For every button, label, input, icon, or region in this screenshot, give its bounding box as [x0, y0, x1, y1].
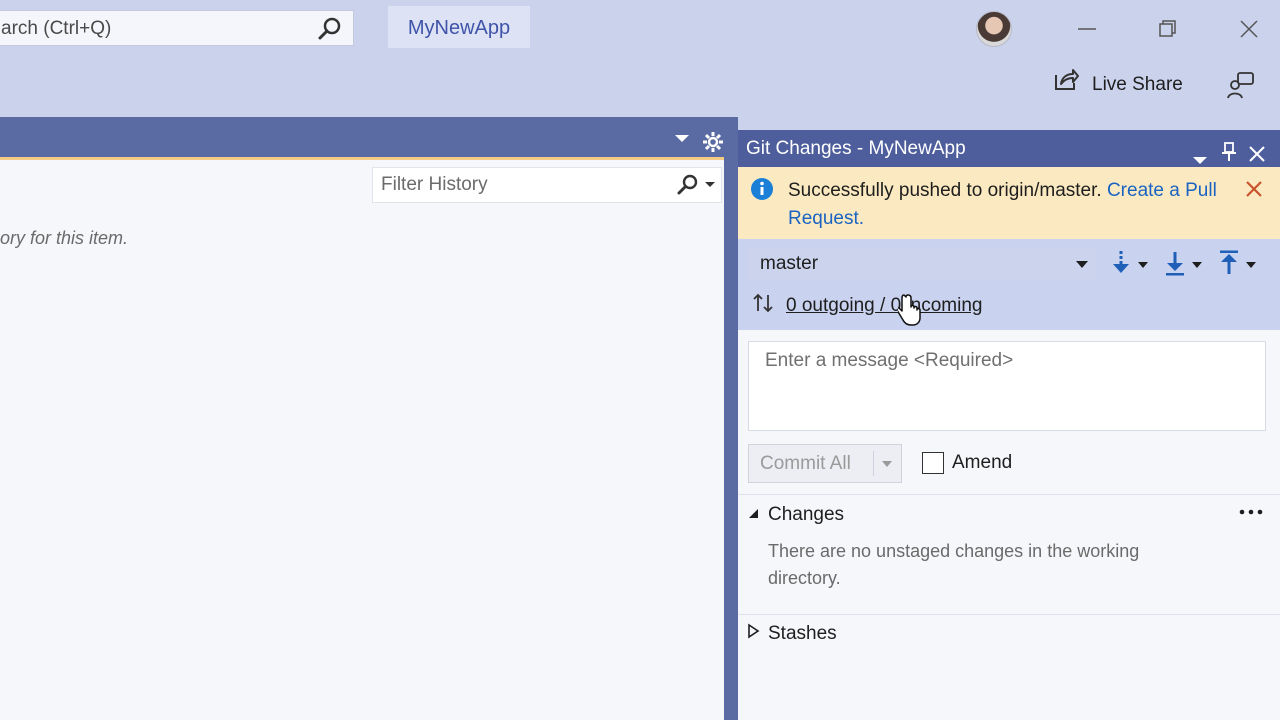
stashes-label: Stashes [768, 623, 837, 644]
commit-message-input[interactable]: Enter a message <Required> [748, 341, 1266, 431]
info-icon [750, 177, 774, 210]
commit-all-button[interactable]: Commit All [748, 444, 902, 483]
filter-search-icon[interactable] [675, 173, 715, 209]
minimize-icon[interactable] [1072, 14, 1102, 44]
fetch-dropdown-icon[interactable] [1138, 262, 1148, 268]
gear-icon[interactable] [702, 131, 724, 158]
push-notification: Successfully pushed to origin/master. Cr… [738, 167, 1280, 239]
feedback-icon[interactable] [1226, 70, 1256, 100]
expand-triangle-icon [746, 623, 760, 645]
git-panel-title: Git Changes - MyNewApp [738, 130, 1280, 167]
pane-splitter[interactable] [724, 117, 738, 720]
sync-status: 0 outgoing / 0 incoming [752, 292, 982, 320]
pull-icon [1164, 249, 1186, 282]
changes-section-header[interactable]: Changes [746, 502, 844, 528]
more-options-icon[interactable] [1238, 502, 1264, 528]
hand-cursor-icon [896, 293, 924, 332]
commit-all-label: Commit All [760, 453, 851, 474]
live-share-button[interactable]: Live Share [1052, 68, 1183, 102]
fetch-button[interactable] [1110, 250, 1154, 280]
push-dropdown-icon[interactable] [1246, 262, 1256, 268]
search-text: arch (Ctrl+Q) [1, 18, 112, 39]
sync-icon [752, 292, 774, 320]
chevron-down-icon [1076, 261, 1088, 268]
commit-message-placeholder: Enter a message <Required> [765, 350, 1014, 371]
search-box[interactable]: arch (Ctrl+Q) [0, 10, 354, 46]
filter-history-input[interactable]: Filter History [372, 167, 722, 203]
no-changes-text: There are no unstaged changes in the wor… [768, 541, 1140, 588]
push-icon [1218, 249, 1240, 282]
user-avatar[interactable] [976, 11, 1012, 47]
share-icon [1052, 65, 1080, 105]
empty-history-text: ory for this item. [0, 228, 129, 248]
notice-message: Successfully pushed to origin/master. [788, 180, 1102, 201]
filter-placeholder: Filter History [381, 174, 488, 195]
branch-selector[interactable]: master [748, 248, 1096, 280]
pull-button[interactable] [1164, 250, 1208, 280]
section-divider [738, 614, 1280, 615]
commit-separator [873, 451, 874, 476]
amend-label: Amend [952, 452, 1013, 473]
app-title: MyNewApp [388, 6, 530, 48]
live-share-label: Live Share [1092, 74, 1183, 95]
restore-icon[interactable] [1153, 14, 1183, 44]
pull-dropdown-icon[interactable] [1192, 262, 1202, 268]
collapse-triangle-icon [746, 504, 760, 526]
search-icon[interactable] [317, 16, 343, 55]
tab-dropdown-icon[interactable] [674, 131, 690, 150]
outgoing-incoming-link[interactable]: 0 outgoing / 0 incoming [786, 295, 982, 317]
stashes-section-header[interactable]: Stashes [746, 621, 837, 647]
git-panel-title-text: Git Changes - MyNewApp [746, 138, 966, 159]
push-button[interactable] [1218, 250, 1262, 280]
fetch-icon [1110, 249, 1132, 282]
history-tabstrip [0, 117, 726, 160]
branch-name: master [760, 253, 819, 274]
section-divider [738, 494, 1280, 495]
amend-checkbox[interactable] [922, 452, 944, 474]
commit-dropdown-icon[interactable] [882, 461, 892, 467]
changes-label: Changes [768, 504, 845, 525]
close-window-icon[interactable] [1234, 14, 1264, 44]
amend-option[interactable]: Amend [922, 452, 1012, 474]
dismiss-notice-icon[interactable] [1244, 179, 1264, 208]
